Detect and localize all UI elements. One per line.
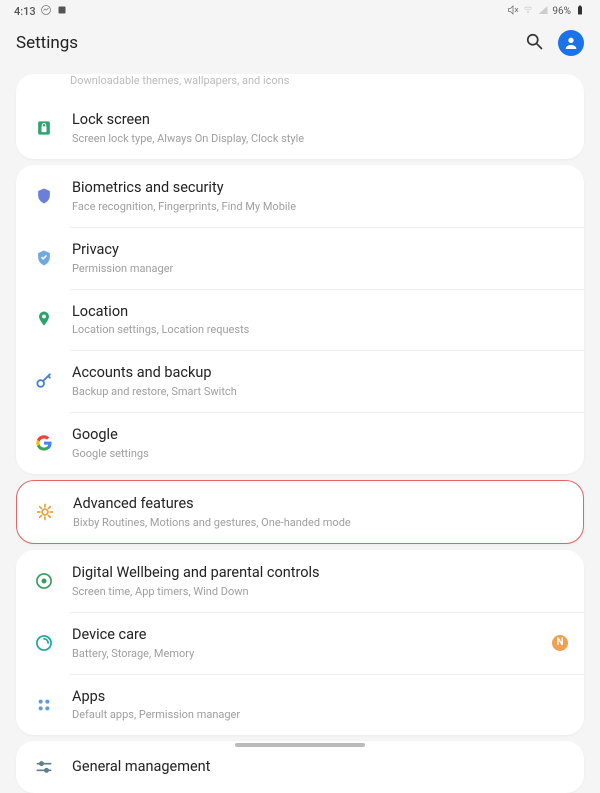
app-icon (56, 4, 68, 19)
settings-item-location[interactable]: Location Location settings, Location req… (16, 289, 584, 351)
battery-icon (574, 4, 586, 19)
settings-group: Biometrics and security Face recognition… (16, 165, 584, 474)
settings-item-general[interactable]: General management (16, 741, 584, 793)
page-title: Settings (16, 33, 78, 53)
item-subtitle: Screen time, App timers, Wind Down (72, 585, 568, 598)
search-button[interactable] (524, 31, 544, 55)
privacy-icon (32, 246, 56, 270)
item-title: Biometrics and security (72, 179, 568, 198)
item-title: Location (72, 303, 568, 322)
item-title: Lock screen (72, 111, 568, 130)
google-icon (32, 431, 56, 455)
biometrics-icon (32, 184, 56, 208)
general-icon (32, 755, 56, 779)
navigation-handle[interactable] (235, 743, 365, 747)
profile-button[interactable] (558, 30, 584, 56)
item-subtitle: Screen lock type, Always On Display, Clo… (72, 132, 568, 145)
item-subtitle: Face recognition, Fingerprints, Find My … (72, 200, 568, 213)
item-title: Device care (72, 626, 544, 645)
settings-item-apps[interactable]: Apps Default apps, Permission manager (16, 674, 584, 736)
settings-item-biometrics[interactable]: Biometrics and security Face recognition… (16, 165, 584, 227)
settings-item-google[interactable]: Google Google settings (16, 412, 584, 474)
notification-badge: N (552, 635, 568, 651)
mute-icon (507, 4, 519, 19)
status-time: 4:13 (14, 5, 36, 18)
advanced-icon (33, 500, 57, 524)
settings-item-advanced[interactable]: Advanced features Bixby Routines, Motion… (17, 481, 583, 543)
item-subtitle: Location settings, Location requests (72, 323, 568, 336)
settings-group: Advanced features Bixby Routines, Motion… (16, 480, 584, 544)
status-bar: 4:13 96% (0, 0, 600, 22)
item-title: Advanced features (73, 495, 567, 514)
search-icon (524, 31, 544, 51)
item-subtitle: Permission manager (72, 262, 568, 275)
item-subtitle: Google settings (72, 447, 568, 460)
apps-icon (32, 693, 56, 717)
signal-icon (537, 4, 549, 19)
item-subtitle: Battery, Storage, Memory (72, 647, 544, 660)
accounts-icon (32, 369, 56, 393)
settings-item-lock-screen[interactable]: Lock screen Screen lock type, Always On … (16, 97, 584, 159)
item-subtitle: Bixby Routines, Motions and gestures, On… (73, 516, 567, 529)
settings-item-privacy[interactable]: Privacy Permission manager (16, 227, 584, 289)
messenger-icon (40, 4, 52, 19)
lock-screen-icon (32, 116, 56, 140)
themes-subtitle-partial: Downloadable themes, wallpapers, and ico… (16, 74, 584, 97)
settings-item-device-care[interactable]: Device care Battery, Storage, Memory N (16, 612, 584, 674)
settings-group: Downloadable themes, wallpapers, and ico… (16, 74, 584, 159)
item-title: Accounts and backup (72, 364, 568, 383)
item-subtitle: Backup and restore, Smart Switch (72, 385, 568, 398)
item-title: Google (72, 426, 568, 445)
settings-group: Digital Wellbeing and parental controls … (16, 550, 584, 736)
item-title: General management (72, 758, 568, 777)
settings-item-accounts[interactable]: Accounts and backup Backup and restore, … (16, 350, 584, 412)
settings-item-wellbeing[interactable]: Digital Wellbeing and parental controls … (16, 550, 584, 612)
battery-pct: 96% (552, 6, 571, 17)
item-title: Privacy (72, 241, 568, 260)
location-icon (32, 307, 56, 331)
device-care-icon (32, 631, 56, 655)
wellbeing-icon (32, 569, 56, 593)
header: Settings (0, 22, 600, 68)
item-subtitle: Default apps, Permission manager (72, 708, 568, 721)
wifi-icon (522, 4, 534, 19)
item-title: Apps (72, 688, 568, 707)
settings-group: General management (16, 741, 584, 793)
item-title: Digital Wellbeing and parental controls (72, 564, 568, 583)
person-icon (563, 35, 579, 51)
